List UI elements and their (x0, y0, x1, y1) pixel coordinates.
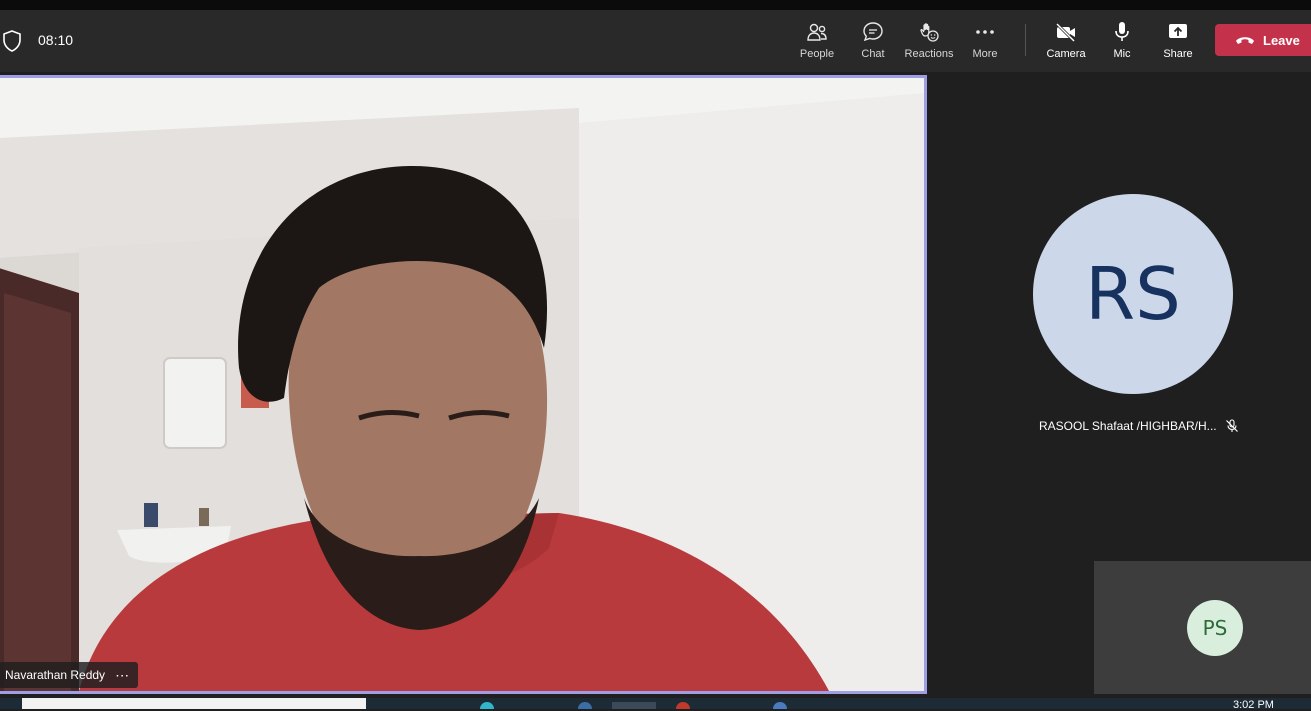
people-label: People (799, 48, 835, 60)
meeting-toolbar: 08:10 People Chat Reactions More Camera … (0, 10, 1311, 72)
os-taskbar: 3:02 PM (0, 698, 1311, 711)
avatar: PS (1187, 600, 1243, 656)
participant-options-button[interactable]: ⋯ (115, 667, 130, 684)
people-icon (807, 23, 827, 41)
mic-label: Mic (1113, 48, 1131, 60)
camera-off-icon (1055, 22, 1076, 43)
hang-up-icon (1236, 37, 1254, 44)
people-button[interactable]: People (789, 20, 845, 66)
share-button[interactable]: Share (1150, 20, 1206, 66)
self-video-tile[interactable]: PS (1094, 561, 1311, 694)
leave-button[interactable]: Leave (1215, 24, 1311, 56)
leave-label: Leave (1263, 32, 1300, 48)
chat-icon (863, 22, 883, 42)
main-video-tile[interactable]: Navarathan Reddy ⋯ (0, 75, 927, 694)
mic-button[interactable]: Mic (1094, 20, 1150, 66)
mic-icon (1115, 22, 1129, 41)
taskbar-app-icon[interactable] (773, 702, 787, 709)
avatar-initials: PS (1202, 616, 1228, 640)
participant-name-tag: Navarathan Reddy ⋯ (0, 662, 139, 688)
taskbar-app-icon[interactable] (480, 702, 494, 709)
reactions-label: Reactions (904, 48, 954, 60)
taskbar-app-icon[interactable] (612, 702, 656, 709)
more-button[interactable]: More (957, 20, 1013, 66)
avatar[interactable]: RS (1033, 194, 1233, 394)
taskbar-search-box[interactable] (22, 698, 366, 709)
participant-video-feed (0, 78, 924, 691)
camera-label: Camera (1046, 48, 1086, 60)
window-top-strip (0, 0, 1311, 10)
taskbar-app-icon[interactable] (676, 702, 690, 709)
camera-button[interactable]: Camera (1038, 20, 1094, 66)
share-screen-icon (1169, 24, 1187, 38)
avatar-initials: RS (1085, 252, 1181, 336)
share-label: Share (1163, 48, 1193, 60)
mic-muted-icon (1225, 419, 1238, 432)
participant-name-label: RASOOL Shafaat /HIGHBAR/H... (1039, 419, 1239, 433)
more-icon (976, 30, 994, 34)
toolbar-divider (1025, 24, 1026, 56)
taskbar-app-icon[interactable] (578, 702, 592, 709)
reactions-button[interactable]: Reactions (900, 20, 958, 66)
reactions-icon (920, 23, 939, 42)
chat-label: Chat (861, 48, 885, 60)
chat-button[interactable]: Chat (845, 20, 901, 66)
participant-name: Navarathan Reddy (5, 668, 106, 682)
meeting-timer: 08:10 (38, 32, 74, 48)
taskbar-clock: 3:02 PM (1233, 699, 1274, 711)
participant-display-name: RASOOL Shafaat /HIGHBAR/H... (1039, 419, 1217, 433)
more-label: More (972, 48, 998, 60)
shield-icon (3, 30, 21, 52)
